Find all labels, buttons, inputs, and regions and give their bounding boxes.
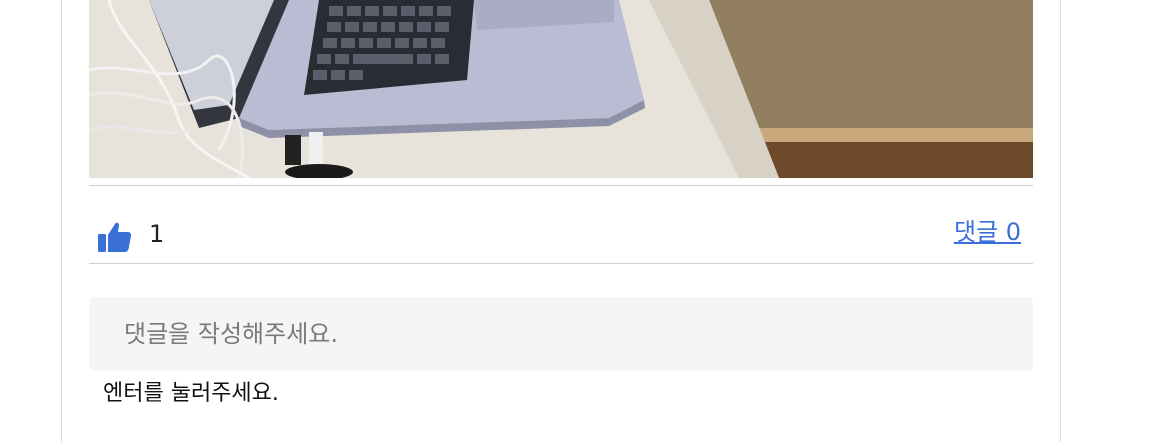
comment-count-link[interactable]: 댓글 0 [954,216,1021,248]
divider [89,263,1033,264]
like-count: 1 [149,220,165,248]
post-action-bar: 1 댓글 0 [89,186,1033,263]
comment-input[interactable] [89,297,1033,371]
thumbs-up-icon[interactable] [97,219,133,255]
comment-helper-text: 엔터를 눌러주세요. [103,381,279,406]
post-photo [89,0,1033,178]
